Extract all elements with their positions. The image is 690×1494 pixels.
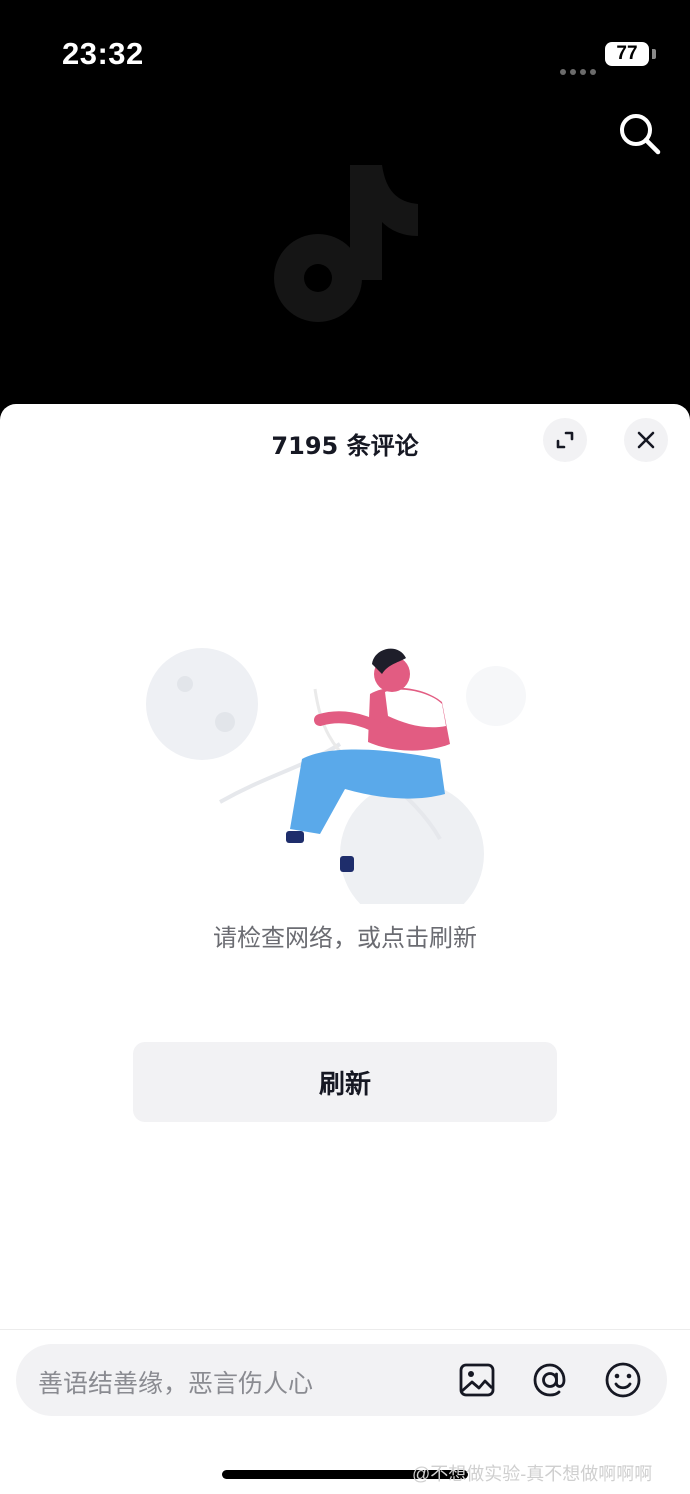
input-divider	[0, 1329, 690, 1330]
close-icon	[637, 431, 655, 449]
status-time: 23:32	[62, 36, 144, 71]
network-error-message: 请检查网络，或点击刷新	[213, 924, 477, 952]
network-error-illustration	[130, 634, 550, 926]
status-bar: 23:32 77	[0, 0, 690, 100]
battery-tip	[652, 49, 656, 59]
battery-icon: 77	[605, 42, 649, 66]
watermark: @不想做实验-真不想做啊啊啊	[412, 1464, 653, 1484]
tiktok-logo-icon	[268, 160, 428, 340]
expand-button[interactable]	[543, 418, 587, 462]
search-icon[interactable]	[614, 108, 666, 160]
comment-input-placeholder[interactable]: 善语结善缘，恶言伤人心	[38, 1364, 313, 1400]
image-icon[interactable]	[457, 1360, 497, 1400]
expand-icon	[556, 431, 574, 449]
emoji-icon[interactable]	[603, 1360, 643, 1400]
comment-input[interactable]: 善语结善缘，恶言伤人心	[16, 1344, 667, 1416]
close-button[interactable]	[624, 418, 668, 462]
comments-sheet: 7195 条评论 请检查网络，或点击刷新 刷新 善语结善缘，恶言伤人心 @不想做…	[0, 404, 690, 1494]
refresh-button[interactable]: 刷新	[133, 1042, 557, 1122]
at-icon[interactable]	[530, 1360, 570, 1400]
signal-icon	[560, 60, 600, 79]
